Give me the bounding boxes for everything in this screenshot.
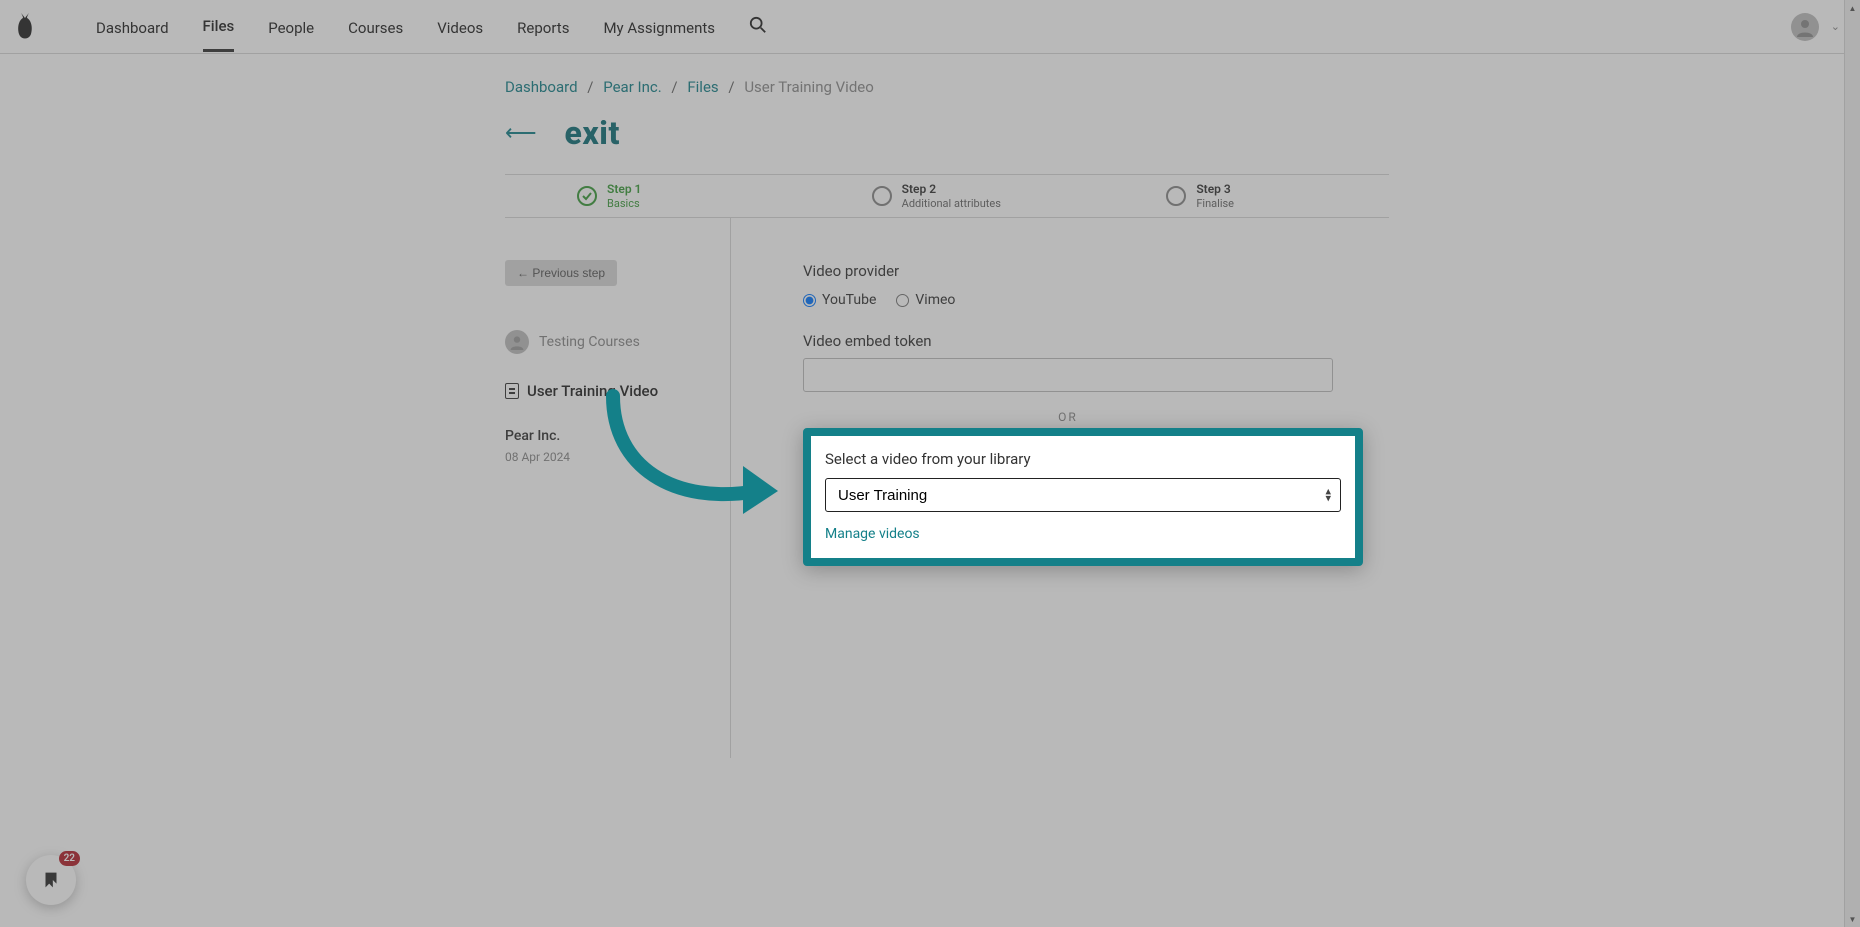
token-input[interactable] [803, 358, 1333, 392]
avatar-icon [505, 330, 529, 354]
step-sub: Finalise [1196, 197, 1234, 210]
scrollbar[interactable]: ▲ ▼ [1844, 0, 1860, 927]
nav-files[interactable]: Files [203, 1, 235, 52]
radio-label: Vimeo [915, 292, 955, 308]
avatar-icon [1791, 13, 1819, 41]
scroll-down-icon[interactable]: ▼ [1845, 911, 1860, 927]
scroll-up-icon[interactable]: ▲ [1845, 0, 1860, 16]
crumb-sep: / [587, 78, 593, 96]
or-separator: OR [803, 410, 1333, 424]
sidebar-user-name: Testing Courses [539, 334, 640, 350]
back-arrow-icon[interactable]: ⟵ [505, 121, 537, 146]
manage-videos-link[interactable]: Manage videos [825, 526, 920, 542]
sidebar-date: 08 Apr 2024 [505, 450, 712, 464]
help-widget-icon [40, 869, 62, 891]
radio-youtube[interactable]: YouTube [803, 292, 876, 308]
step-sub: Basics [607, 197, 641, 210]
breadcrumb: Dashboard / Pear Inc. / Files / User Tra… [505, 78, 1689, 96]
crumb-files[interactable]: Files [687, 78, 718, 96]
crumb-org[interactable]: Pear Inc. [603, 78, 661, 96]
nav-videos[interactable]: Videos [437, 3, 483, 51]
crumb-dashboard[interactable]: Dashboard [505, 78, 578, 96]
step-circle-icon [1166, 186, 1186, 206]
nav-dashboard[interactable]: Dashboard [96, 3, 169, 51]
sidebar-user: Testing Courses [505, 330, 712, 354]
nav-people[interactable]: People [268, 3, 314, 51]
chevron-down-icon: ⌄ [1831, 20, 1840, 33]
provider-label: Video provider [803, 262, 1669, 280]
logo-icon [14, 12, 36, 42]
step-2[interactable]: Step 2 Additional attributes [800, 175, 1095, 217]
step-3[interactable]: Step 3 Finalise [1094, 175, 1389, 217]
library-label: Select a video from your library [825, 450, 1341, 468]
file-icon [505, 383, 519, 399]
sidebar-file: User Training Video [505, 382, 712, 400]
crumb-sep: / [671, 78, 677, 96]
top-nav: Dashboard Files People Courses Videos Re… [0, 0, 1860, 54]
step-done-icon [577, 186, 597, 206]
crumb-current: User Training Video [744, 78, 873, 96]
step-circle-icon [872, 186, 892, 206]
library-select[interactable]: User Training [825, 478, 1341, 512]
sidebar-org: Pear Inc. [505, 428, 712, 444]
nav-reports[interactable]: Reports [517, 3, 569, 51]
step-num: Step 1 [607, 182, 641, 196]
radio-label: YouTube [822, 292, 876, 308]
help-widget[interactable]: 22 [26, 855, 76, 905]
nav-courses[interactable]: Courses [348, 3, 403, 51]
nav-my-assignments[interactable]: My Assignments [603, 3, 715, 51]
search-icon[interactable] [749, 16, 767, 38]
crumb-sep: / [728, 78, 734, 96]
form-panel: Video provider YouTube Vimeo Video embed… [731, 218, 1689, 758]
step-num: Step 2 [902, 182, 1001, 196]
radio-vimeo[interactable]: Vimeo [896, 292, 955, 308]
left-sidebar: ← Previous step Testing Courses User Tra… [505, 218, 731, 758]
step-num: Step 3 [1196, 182, 1234, 196]
page-title: exit [565, 114, 620, 152]
step-1[interactable]: Step 1 Basics [505, 175, 800, 217]
radio-input[interactable] [803, 294, 816, 307]
token-label: Video embed token [803, 332, 1669, 350]
steps-bar: Step 1 Basics Step 2 Additional attribut… [505, 174, 1389, 218]
help-badge: 22 [59, 851, 80, 866]
sidebar-file-name: User Training Video [527, 382, 658, 400]
previous-step-button[interactable]: ← Previous step [505, 260, 617, 286]
user-menu[interactable]: ⌄ [1791, 13, 1840, 41]
radio-input[interactable] [896, 294, 909, 307]
library-highlight-panel: Select a video from your library User Tr… [803, 428, 1363, 566]
step-sub: Additional attributes [902, 197, 1001, 210]
provider-radios: YouTube Vimeo [803, 292, 1669, 308]
nav-links: Dashboard Files People Courses Videos Re… [96, 1, 715, 52]
